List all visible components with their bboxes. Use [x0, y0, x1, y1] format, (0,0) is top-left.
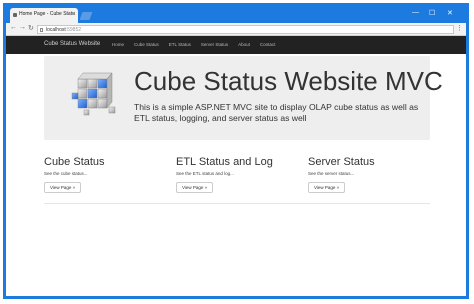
column-text: See the server status...: [308, 171, 355, 176]
url-host: localhost: [46, 27, 66, 33]
navbar-brand[interactable]: Cube Status Website: [44, 41, 100, 47]
view-page-button[interactable]: View Page »: [308, 182, 346, 193]
nav-link-cube-status[interactable]: Cube Status: [134, 42, 159, 47]
nav-link-about[interactable]: About: [238, 42, 250, 47]
cube-status-column: Cube Status See the cube status... View …: [44, 156, 174, 194]
forward-icon[interactable]: →: [19, 24, 26, 31]
column-heading: Server Status: [308, 156, 375, 168]
browser-tab[interactable]: Home Page - Cube Statu ×: [10, 8, 78, 23]
address-bar: ← → ↻ localhost:59852 ⋮: [6, 23, 466, 36]
view-page-button[interactable]: View Page »: [176, 182, 214, 193]
page-title: Cube Status Website MVC: [134, 66, 443, 96]
site-navbar: Cube Status Website Home Cube Status ETL…: [6, 36, 466, 54]
maximize-icon[interactable]: ☐: [429, 9, 435, 17]
tab-close-icon[interactable]: ×: [72, 11, 75, 17]
nav-link-contact[interactable]: Contact: [260, 42, 276, 47]
back-icon[interactable]: ←: [10, 24, 17, 31]
reload-icon[interactable]: ↻: [28, 24, 34, 32]
tab-title: Home Page - Cube Statu: [19, 11, 75, 17]
close-window-icon[interactable]: ✕: [447, 9, 453, 17]
favicon-icon: [13, 13, 17, 17]
url-port: :59852: [65, 27, 82, 33]
server-status-column: Server Status See the server status... V…: [308, 156, 438, 194]
column-text: See the ETL status and log...: [176, 171, 234, 176]
browser-menu-icon[interactable]: ⋮: [456, 24, 463, 32]
page-lead: This is a simple ASP.NET MVC site to dis…: [134, 102, 419, 123]
column-heading: Cube Status: [44, 156, 105, 168]
column-heading: ETL Status and Log: [176, 156, 273, 168]
browser-window: Home Page - Cube Statu × — ☐ ✕ ← → ↻ loc…: [3, 3, 469, 299]
url-input[interactable]: localhost:59852: [37, 25, 454, 34]
nav-link-server-status[interactable]: Server Status: [201, 42, 228, 47]
browser-tab-strip: Home Page - Cube Statu × — ☐ ✕: [6, 6, 466, 23]
column-text: See the cube status...: [44, 171, 88, 176]
olap-cube-icon: [71, 72, 116, 116]
jumbotron: Cube Status Website MVC This is a simple…: [44, 56, 443, 140]
nav-link-etl-status[interactable]: ETL Status: [169, 42, 191, 47]
etl-status-column: ETL Status and Log See the ETL status an…: [176, 156, 306, 194]
new-tab-button[interactable]: [79, 12, 93, 20]
footer-divider: [44, 203, 430, 204]
nav-links: Home Cube Status ETL Status Server Statu…: [112, 42, 275, 47]
view-page-button[interactable]: View Page »: [44, 182, 82, 193]
minimize-icon[interactable]: —: [412, 9, 419, 16]
nav-link-home[interactable]: Home: [112, 42, 124, 47]
page-info-icon[interactable]: [40, 28, 43, 32]
